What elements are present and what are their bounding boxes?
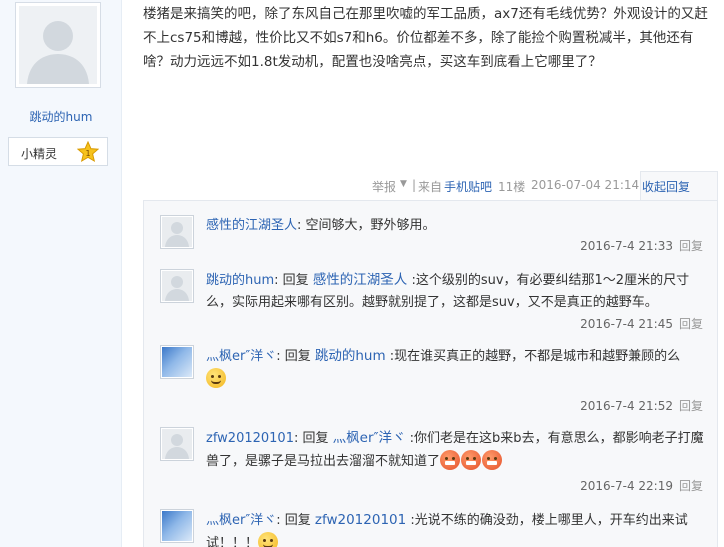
reply-text: 空间够大，野外够用。 bbox=[301, 218, 436, 233]
reply-target-link[interactable]: 跳动的hum bbox=[315, 348, 386, 364]
reply-avatar[interactable] bbox=[160, 215, 194, 249]
reply-word: 回复 bbox=[280, 349, 315, 364]
author-level-badge[interactable]: 小精灵 1 bbox=[8, 137, 108, 166]
client-link[interactable]: 手机贴吧 bbox=[444, 178, 492, 195]
reply-button[interactable]: 回复 bbox=[679, 239, 703, 253]
reply-avatar[interactable] bbox=[160, 269, 194, 303]
reply-time: 2016-7-4 22:19 bbox=[580, 479, 673, 493]
reply-author-link[interactable]: 感性的江湖圣人 bbox=[206, 218, 297, 233]
reply-author-link[interactable]: 跳动的hum bbox=[206, 273, 274, 288]
tail-from-label: 来自 bbox=[418, 180, 443, 194]
chevron-down-icon[interactable]: ▼ bbox=[400, 179, 407, 189]
reply-meta: 2016-7-4 21:33 回复 bbox=[580, 237, 703, 254]
reply-word: 回复 bbox=[280, 513, 315, 528]
angry-emoji-icon bbox=[461, 450, 482, 470]
reply-author-link[interactable]: zfw20120101 bbox=[206, 431, 294, 446]
default-avatar-icon bbox=[165, 276, 189, 301]
reply-button[interactable]: 回复 bbox=[679, 399, 703, 413]
default-avatar-icon bbox=[165, 222, 189, 247]
default-avatar-icon bbox=[19, 6, 97, 84]
reply-body: 灬枫er″洋ヾ: 回复 跳动的hum :现在谁买真正的越野，不都是城市和越野兼顾… bbox=[206, 345, 706, 391]
level-name: 小精灵 bbox=[21, 147, 58, 161]
custom-avatar-image bbox=[162, 511, 192, 541]
reply-avatar[interactable] bbox=[160, 509, 194, 543]
reply-author-link[interactable]: 灬枫er″洋ヾ bbox=[206, 513, 276, 528]
reply-text: :现在谁买真正的越野，不都是城市和越野兼顾的么 bbox=[385, 349, 681, 364]
post-tail: 举报 ▼ | 来自 手机贴吧 11楼 2016-07-04 21:14 收起回复 bbox=[360, 176, 714, 198]
reply-meta: 2016-7-4 21:52 回复 bbox=[580, 397, 703, 414]
reply-word: 回复 bbox=[298, 431, 333, 446]
reply-body: 感性的江湖圣人: 空间够大，野外够用。 bbox=[206, 215, 706, 237]
reply-time: 2016-7-4 21:45 bbox=[580, 317, 673, 331]
reply-button[interactable]: 回复 bbox=[679, 317, 703, 331]
reply-button[interactable]: 回复 bbox=[679, 479, 703, 493]
default-avatar-icon bbox=[165, 434, 189, 459]
custom-avatar-image bbox=[162, 347, 192, 377]
reply-meta: 2016-7-4 21:45 回复 bbox=[580, 315, 703, 332]
reply-target-link[interactable]: 感性的江湖圣人 bbox=[313, 272, 408, 288]
report-link[interactable]: 举报 bbox=[372, 178, 396, 195]
reply-time: 2016-7-4 21:33 bbox=[580, 239, 673, 253]
reply-time: 2016-7-4 21:52 bbox=[580, 399, 673, 413]
post-time: 2016-07-04 21:14 bbox=[531, 178, 640, 192]
collapse-replies-button[interactable]: 收起回复 bbox=[642, 178, 690, 195]
reply-target-link[interactable]: zfw20120101 bbox=[315, 512, 406, 528]
reply-avatar[interactable] bbox=[160, 345, 194, 379]
reply-author-link[interactable]: 灬枫er″洋ヾ bbox=[206, 349, 276, 364]
author-name-link[interactable]: 跳动的hum bbox=[0, 108, 122, 125]
reply-target-link[interactable]: 灬枫er″洋ヾ bbox=[333, 430, 406, 446]
author-sidebar: 跳动的hum 小精灵 1 bbox=[0, 0, 122, 547]
level-number: 1 bbox=[85, 149, 90, 158]
laugh-emoji-icon bbox=[258, 532, 279, 547]
angry-emoji-icon bbox=[440, 450, 461, 470]
level-star-icon: 1 bbox=[77, 141, 99, 163]
reply-body: 跳动的hum: 回复 感性的江湖圣人 :这个级别的suv，有必要纠结那1～2厘米… bbox=[206, 269, 706, 314]
reply-avatar[interactable] bbox=[160, 427, 194, 461]
reply-meta: 2016-7-4 22:19 回复 bbox=[580, 477, 703, 494]
reply-list: 感性的江湖圣人: 空间够大，野外够用。 2016-7-4 21:33 回复 跳动的… bbox=[143, 200, 718, 547]
tail-separator: | bbox=[412, 178, 417, 192]
smile-emoji-icon bbox=[206, 368, 226, 388]
floor-number: 11楼 bbox=[498, 180, 526, 194]
angry-emoji-icon bbox=[482, 450, 503, 470]
author-avatar[interactable] bbox=[15, 2, 101, 88]
reply-body: 灬枫er″洋ヾ: 回复 zfw20120101 :光说不练的确没劲，楼上哪里人，… bbox=[206, 509, 706, 547]
reply-word: 回复 bbox=[278, 273, 313, 288]
reply-body: zfw20120101: 回复 灬枫er″洋ヾ :你们老是在这b来b去，有意思么… bbox=[206, 427, 706, 473]
post-content: 楼猪是来搞笑的吧，除了东风自己在那里吹嘘的军工品质，ax7还有毛线优势？外观设计… bbox=[143, 6, 708, 70]
